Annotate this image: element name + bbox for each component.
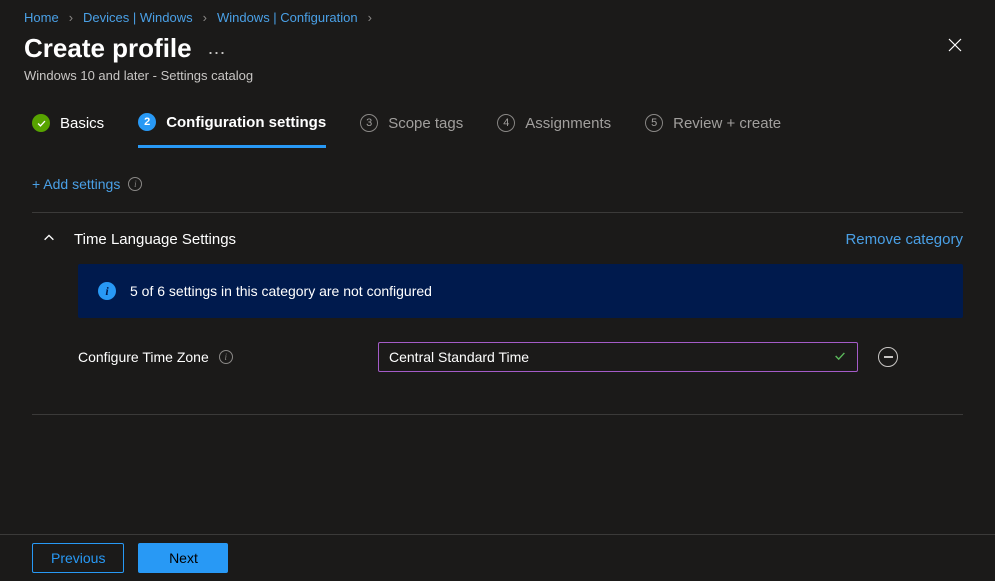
select-value: Central Standard Time [389, 349, 529, 365]
step-label: Configuration settings [166, 114, 326, 131]
more-actions-icon[interactable]: ⋯ [208, 43, 226, 63]
check-icon [32, 114, 50, 132]
chevron-right-icon: › [203, 10, 207, 25]
remove-setting-button[interactable] [878, 347, 898, 367]
breadcrumb: Home › Devices | Windows › Windows | Con… [0, 0, 995, 25]
close-icon[interactable] [943, 33, 967, 62]
time-zone-select[interactable]: Central Standard Time [378, 342, 858, 372]
step-label: Review + create [673, 115, 781, 132]
chevron-right-icon: › [368, 10, 372, 25]
step-number-badge: 3 [360, 114, 378, 132]
add-settings-label: + Add settings [32, 176, 120, 192]
step-number-badge: 2 [138, 113, 156, 131]
step-number-badge: 5 [645, 114, 663, 132]
breadcrumb-devices[interactable]: Devices | Windows [83, 10, 193, 25]
step-label: Assignments [525, 115, 611, 132]
step-scope-tags[interactable]: 3 Scope tags [360, 114, 463, 146]
step-label: Scope tags [388, 115, 463, 132]
banner-text: 5 of 6 settings in this category are not… [130, 283, 432, 299]
remove-category-link[interactable]: Remove category [845, 231, 963, 248]
step-assignments[interactable]: 4 Assignments [497, 114, 611, 146]
chevron-right-icon: › [69, 10, 73, 25]
chevron-up-icon[interactable] [42, 231, 56, 248]
check-icon [833, 349, 847, 366]
info-banner: i 5 of 6 settings in this category are n… [78, 264, 963, 318]
breadcrumb-home[interactable]: Home [24, 10, 59, 25]
setting-label: Configure Time Zone [78, 349, 209, 365]
divider [32, 414, 963, 415]
page-title: Create profile [24, 33, 192, 64]
step-label: Basics [60, 115, 104, 132]
breadcrumb-configuration[interactable]: Windows | Configuration [217, 10, 358, 25]
step-basics[interactable]: Basics [32, 114, 104, 146]
step-review-create[interactable]: 5 Review + create [645, 114, 781, 146]
step-number-badge: 4 [497, 114, 515, 132]
info-icon[interactable]: i [219, 350, 233, 364]
page-subtitle: Windows 10 and later - Settings catalog [24, 68, 253, 83]
previous-button[interactable]: Previous [32, 543, 124, 573]
wizard-steps: Basics 2 Configuration settings 3 Scope … [0, 83, 995, 148]
add-settings-link[interactable]: + Add settings i [32, 166, 142, 202]
category-title: Time Language Settings [74, 231, 236, 248]
info-icon[interactable]: i [128, 177, 142, 191]
step-configuration-settings[interactable]: 2 Configuration settings [138, 113, 326, 148]
next-button[interactable]: Next [138, 543, 228, 573]
footer: Previous Next [0, 534, 995, 581]
info-icon: i [98, 282, 116, 300]
